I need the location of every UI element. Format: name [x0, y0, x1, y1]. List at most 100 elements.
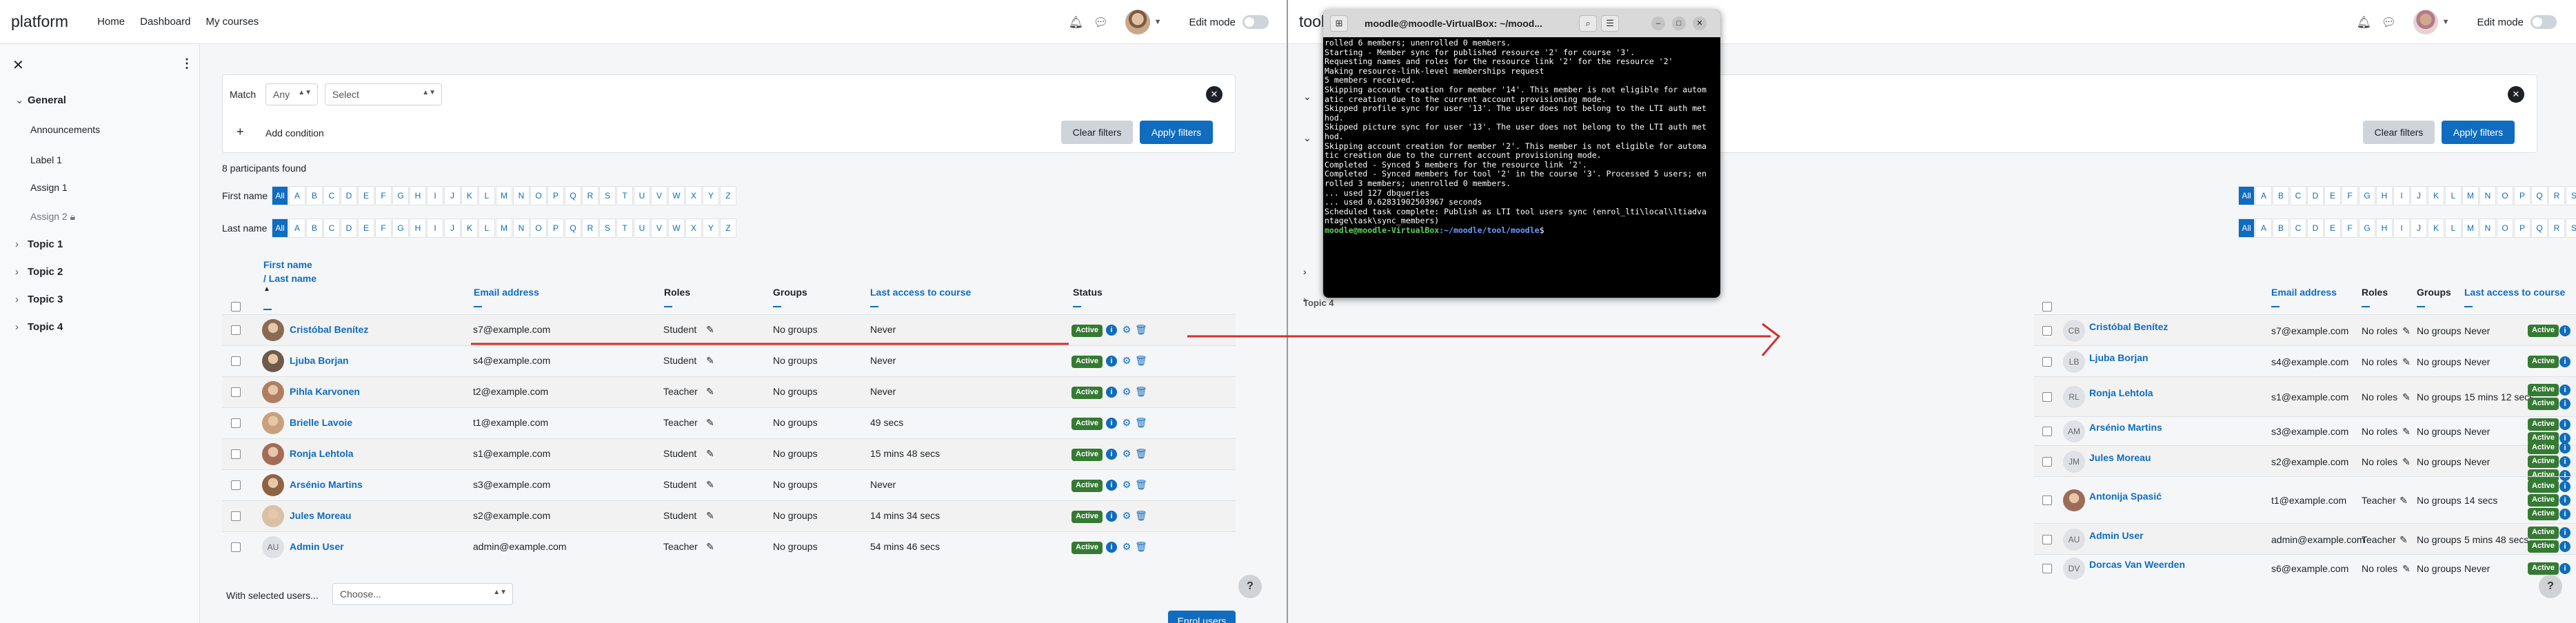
- edit-role-pencil-icon[interactable]: ✎: [2398, 534, 2409, 545]
- initial-letter-button[interactable]: E: [358, 186, 374, 205]
- edit-role-pencil-icon[interactable]: ✎: [705, 386, 716, 397]
- initial-letter-button[interactable]: R: [582, 186, 598, 205]
- row-checkbox[interactable]: [231, 356, 241, 366]
- row-checkbox[interactable]: [2042, 535, 2052, 544]
- help-button[interactable]: ?: [1238, 575, 1262, 598]
- initial-letter-button[interactable]: I: [2393, 218, 2410, 238]
- initial-letter-button[interactable]: K: [2428, 186, 2444, 205]
- initial-letter-button[interactable]: S: [599, 218, 616, 238]
- user-name-link[interactable]: Dorcas Van Weerden: [2089, 559, 2185, 570]
- row-checkbox[interactable]: [231, 449, 241, 459]
- activity-assign-2[interactable]: Assign 2 🔒︎: [30, 211, 75, 223]
- initial-letter-button[interactable]: S: [2566, 218, 2576, 238]
- initial-all-button[interactable]: All: [2238, 218, 2255, 238]
- info-icon[interactable]: i: [1106, 449, 1117, 460]
- trash-icon[interactable]: 🗑︎: [1135, 355, 1147, 366]
- user-name-link[interactable]: Ronja Lehtola: [290, 448, 354, 459]
- initial-letter-button[interactable]: D: [2307, 186, 2324, 205]
- initial-letter-button[interactable]: C: [2290, 186, 2306, 205]
- initial-letter-button[interactable]: U: [634, 186, 650, 205]
- terminal-prompt[interactable]: moodle@moodle-VirtualBox:~/moodle/tool/m…: [1325, 225, 1719, 236]
- terminal-window[interactable]: ⊞ moodle@moodle-VirtualBox: ~/mood... ⌕ …: [1323, 10, 1720, 298]
- trash-icon[interactable]: 🗑︎: [1135, 386, 1147, 397]
- initial-letter-button[interactable]: B: [306, 218, 323, 238]
- chevron-down-icon[interactable]: ▼: [2442, 18, 2450, 26]
- row-checkbox[interactable]: [2042, 326, 2052, 336]
- initial-letter-button[interactable]: O: [530, 218, 547, 238]
- initial-letter-button[interactable]: G: [2359, 218, 2375, 238]
- info-icon[interactable]: i: [2559, 481, 2570, 492]
- initial-letter-button[interactable]: M: [496, 186, 512, 205]
- initial-letter-button[interactable]: G: [2359, 186, 2375, 205]
- initial-letter-button[interactable]: B: [2273, 218, 2289, 238]
- gear-icon[interactable]: ⚙: [1121, 324, 1132, 335]
- sort-last-access[interactable]: Last access to course: [870, 287, 971, 298]
- initial-letter-button[interactable]: C: [323, 218, 340, 238]
- initial-letter-button[interactable]: O: [2497, 218, 2513, 238]
- edit-role-pencil-icon[interactable]: ✎: [705, 417, 716, 428]
- user-name-link[interactable]: Arsénio Martins: [2089, 422, 2162, 433]
- row-checkbox[interactable]: [2042, 392, 2052, 402]
- edit-role-pencil-icon[interactable]: ✎: [705, 510, 716, 521]
- info-icon[interactable]: i: [1106, 325, 1117, 336]
- initial-letter-button[interactable]: Q: [2531, 218, 2548, 238]
- chevron-down-icon[interactable]: ▼: [1154, 18, 1162, 26]
- initial-letter-button[interactable]: G: [392, 218, 409, 238]
- initial-letter-button[interactable]: Q: [565, 218, 581, 238]
- initial-letter-button[interactable]: W: [668, 186, 685, 205]
- edit-role-pencil-icon[interactable]: ✎: [705, 479, 716, 490]
- initial-all-button[interactable]: All: [272, 218, 288, 238]
- initial-all-button[interactable]: All: [2238, 186, 2255, 205]
- notification-bell-icon[interactable]: 🔔︎: [2357, 16, 2372, 29]
- close-icon[interactable]: ✕: [12, 57, 24, 74]
- section-general[interactable]: ⌄ General: [15, 94, 66, 106]
- plus-icon[interactable]: +: [237, 125, 244, 139]
- initial-letter-button[interactable]: N: [513, 218, 530, 238]
- user-name-link[interactable]: Cristóbal Benítez: [2089, 321, 2168, 332]
- info-icon[interactable]: i: [2559, 495, 2570, 506]
- user-name-link[interactable]: Jules Moreau: [290, 510, 351, 521]
- initial-letter-button[interactable]: N: [2479, 186, 2496, 205]
- user-avatar[interactable]: [2413, 10, 2438, 34]
- trash-icon[interactable]: 🗑︎: [1135, 541, 1147, 552]
- row-checkbox[interactable]: [231, 418, 241, 428]
- kebab-menu-icon[interactable]: ⋮: [181, 57, 193, 71]
- initial-letter-button[interactable]: E: [358, 218, 374, 238]
- initial-letter-button[interactable]: J: [2411, 186, 2427, 205]
- initial-letter-button[interactable]: Y: [703, 218, 719, 238]
- remove-filter-icon[interactable]: ✕: [2508, 86, 2524, 103]
- info-icon[interactable]: i: [1106, 542, 1117, 553]
- initial-letter-button[interactable]: L: [2445, 186, 2462, 205]
- initial-letter-button[interactable]: R: [582, 218, 598, 238]
- sort-last-name[interactable]: / Last name: [263, 273, 316, 284]
- initial-letter-button[interactable]: H: [2376, 186, 2393, 205]
- edit-role-pencil-icon[interactable]: ✎: [705, 541, 716, 552]
- info-icon[interactable]: i: [2559, 563, 2570, 574]
- info-icon[interactable]: i: [2559, 356, 2570, 367]
- user-avatar[interactable]: [1125, 10, 1150, 34]
- info-icon[interactable]: i: [1106, 418, 1117, 429]
- messages-icon[interactable]: 💬︎: [2382, 16, 2397, 29]
- select-all-checkbox[interactable]: [2042, 302, 2052, 312]
- filter-type-select[interactable]: Select ▲▼: [325, 83, 442, 105]
- section-topic-4[interactable]: Topic 4: [1303, 298, 1334, 308]
- gear-icon[interactable]: ⚙: [1121, 386, 1132, 397]
- user-name-link[interactable]: Admin User: [290, 541, 344, 552]
- initial-letter-button[interactable]: O: [2497, 186, 2513, 205]
- add-condition-button[interactable]: Add condition: [265, 127, 324, 139]
- notification-bell-icon[interactable]: 🔔︎: [1069, 16, 1084, 29]
- initial-letter-button[interactable]: Q: [2531, 186, 2548, 205]
- initial-letter-button[interactable]: T: [616, 218, 633, 238]
- help-button[interactable]: ?: [2539, 575, 2562, 598]
- initial-letter-button[interactable]: C: [323, 186, 340, 205]
- initial-letter-button[interactable]: I: [427, 186, 443, 205]
- section-topic-4[interactable]: › Topic 4: [15, 321, 63, 333]
- sort-email[interactable]: Email address: [474, 287, 539, 298]
- user-name-link[interactable]: Arsénio Martins: [290, 479, 363, 490]
- initial-letter-button[interactable]: W: [668, 218, 685, 238]
- initial-letter-button[interactable]: C: [2290, 218, 2306, 238]
- info-icon[interactable]: i: [2559, 456, 2570, 467]
- initial-letter-button[interactable]: P: [2514, 186, 2530, 205]
- initial-letter-button[interactable]: F: [375, 186, 392, 205]
- hamburger-menu-icon[interactable]: ☰: [1601, 15, 1619, 32]
